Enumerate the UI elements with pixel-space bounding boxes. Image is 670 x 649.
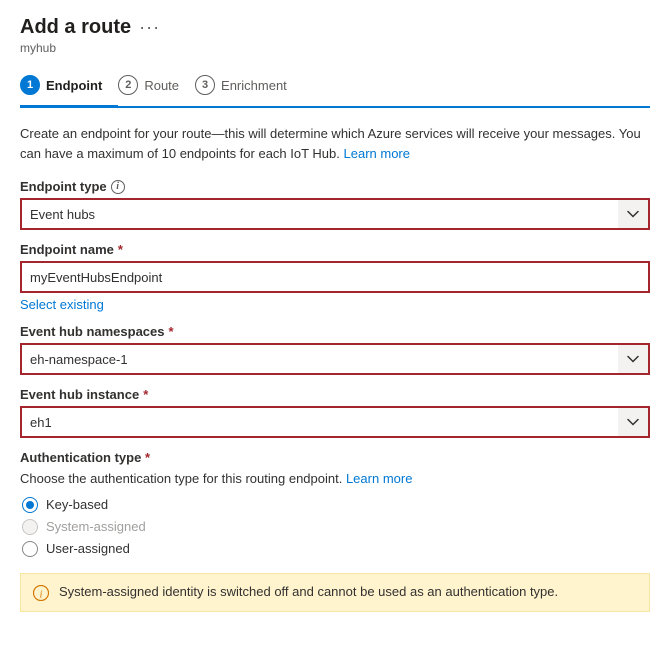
svg-text:i: i [40, 589, 43, 600]
instance-required: * [143, 387, 148, 402]
step-3-label: Enrichment [221, 78, 287, 93]
step-route[interactable]: 2 Route [118, 67, 195, 108]
step-2-circle: 2 [118, 75, 138, 95]
radio-key-based-circle [22, 497, 38, 513]
namespaces-required: * [169, 324, 174, 339]
auth-type-label: Authentication type * [20, 450, 650, 465]
warning-box: i System-assigned identity is switched o… [20, 573, 650, 612]
chevron-down-icon [627, 208, 639, 220]
auth-description: Choose the authentication type for this … [20, 469, 650, 489]
instance-dropdown-row: eh1 [20, 406, 650, 438]
endpoint-type-value[interactable]: Event hubs [20, 198, 618, 230]
instance-value[interactable]: eh1 [20, 406, 618, 438]
steps-navigation: 1 Endpoint 2 Route 3 Enrichment [20, 67, 650, 108]
endpoint-name-input[interactable] [20, 261, 650, 293]
endpoint-name-group: Endpoint name * Select existing [20, 242, 650, 312]
page-header: Add a route ··· myhub [20, 16, 650, 55]
step-2-label: Route [144, 78, 179, 93]
radio-user-assigned[interactable]: User-assigned [22, 541, 650, 557]
event-hub-namespaces-group: Event hub namespaces * eh-namespace-1 [20, 324, 650, 375]
radio-key-based-label: Key-based [46, 497, 108, 512]
radio-key-based[interactable]: Key-based [22, 497, 650, 513]
namespaces-dropdown-row: eh-namespace-1 [20, 343, 650, 375]
auth-learn-more-link[interactable]: Learn more [346, 471, 412, 486]
event-hub-instance-label: Event hub instance * [20, 387, 650, 402]
instance-dropdown-button[interactable] [618, 406, 650, 438]
radio-user-assigned-label: User-assigned [46, 541, 130, 556]
radio-group: Key-based System-assigned User-assigned [22, 497, 650, 557]
auth-required: * [145, 450, 150, 465]
learn-more-link[interactable]: Learn more [344, 146, 410, 161]
step-endpoint[interactable]: 1 Endpoint [20, 67, 118, 108]
endpoint-type-dropdown-button[interactable] [618, 198, 650, 230]
endpoint-name-required: * [118, 242, 123, 257]
ellipsis-icon[interactable]: ··· [139, 17, 160, 38]
endpoint-type-label: Endpoint type i [20, 179, 650, 194]
form: Endpoint type i Event hubs Endpoint name… [20, 179, 650, 612]
warning-text: System-assigned identity is switched off… [59, 584, 558, 599]
authentication-section: Authentication type * Choose the authent… [20, 450, 650, 557]
namespaces-dropdown-button[interactable] [618, 343, 650, 375]
endpoint-type-dropdown-row: Event hubs [20, 198, 650, 230]
select-existing-link[interactable]: Select existing [20, 297, 650, 312]
description-text: Create an endpoint for your route—this w… [20, 124, 650, 163]
event-hub-instance-group: Event hub instance * eh1 [20, 387, 650, 438]
warning-icon: i [33, 585, 49, 601]
event-hub-namespaces-label: Event hub namespaces * [20, 324, 650, 339]
radio-system-assigned-circle [22, 519, 38, 535]
endpoint-type-info-icon[interactable]: i [111, 180, 125, 194]
radio-system-assigned-label: System-assigned [46, 519, 146, 534]
chevron-down-icon [627, 353, 639, 365]
page-title: Add a route [20, 16, 131, 39]
endpoint-name-label: Endpoint name * [20, 242, 650, 257]
step-1-label: Endpoint [46, 78, 102, 93]
radio-system-assigned: System-assigned [22, 519, 650, 535]
namespaces-value[interactable]: eh-namespace-1 [20, 343, 618, 375]
subtitle: myhub [20, 41, 650, 55]
radio-user-assigned-circle [22, 541, 38, 557]
chevron-down-icon [627, 416, 639, 428]
step-enrichment[interactable]: 3 Enrichment [195, 67, 303, 108]
step-1-circle: 1 [20, 75, 40, 95]
endpoint-type-group: Endpoint type i Event hubs [20, 179, 650, 230]
step-3-circle: 3 [195, 75, 215, 95]
